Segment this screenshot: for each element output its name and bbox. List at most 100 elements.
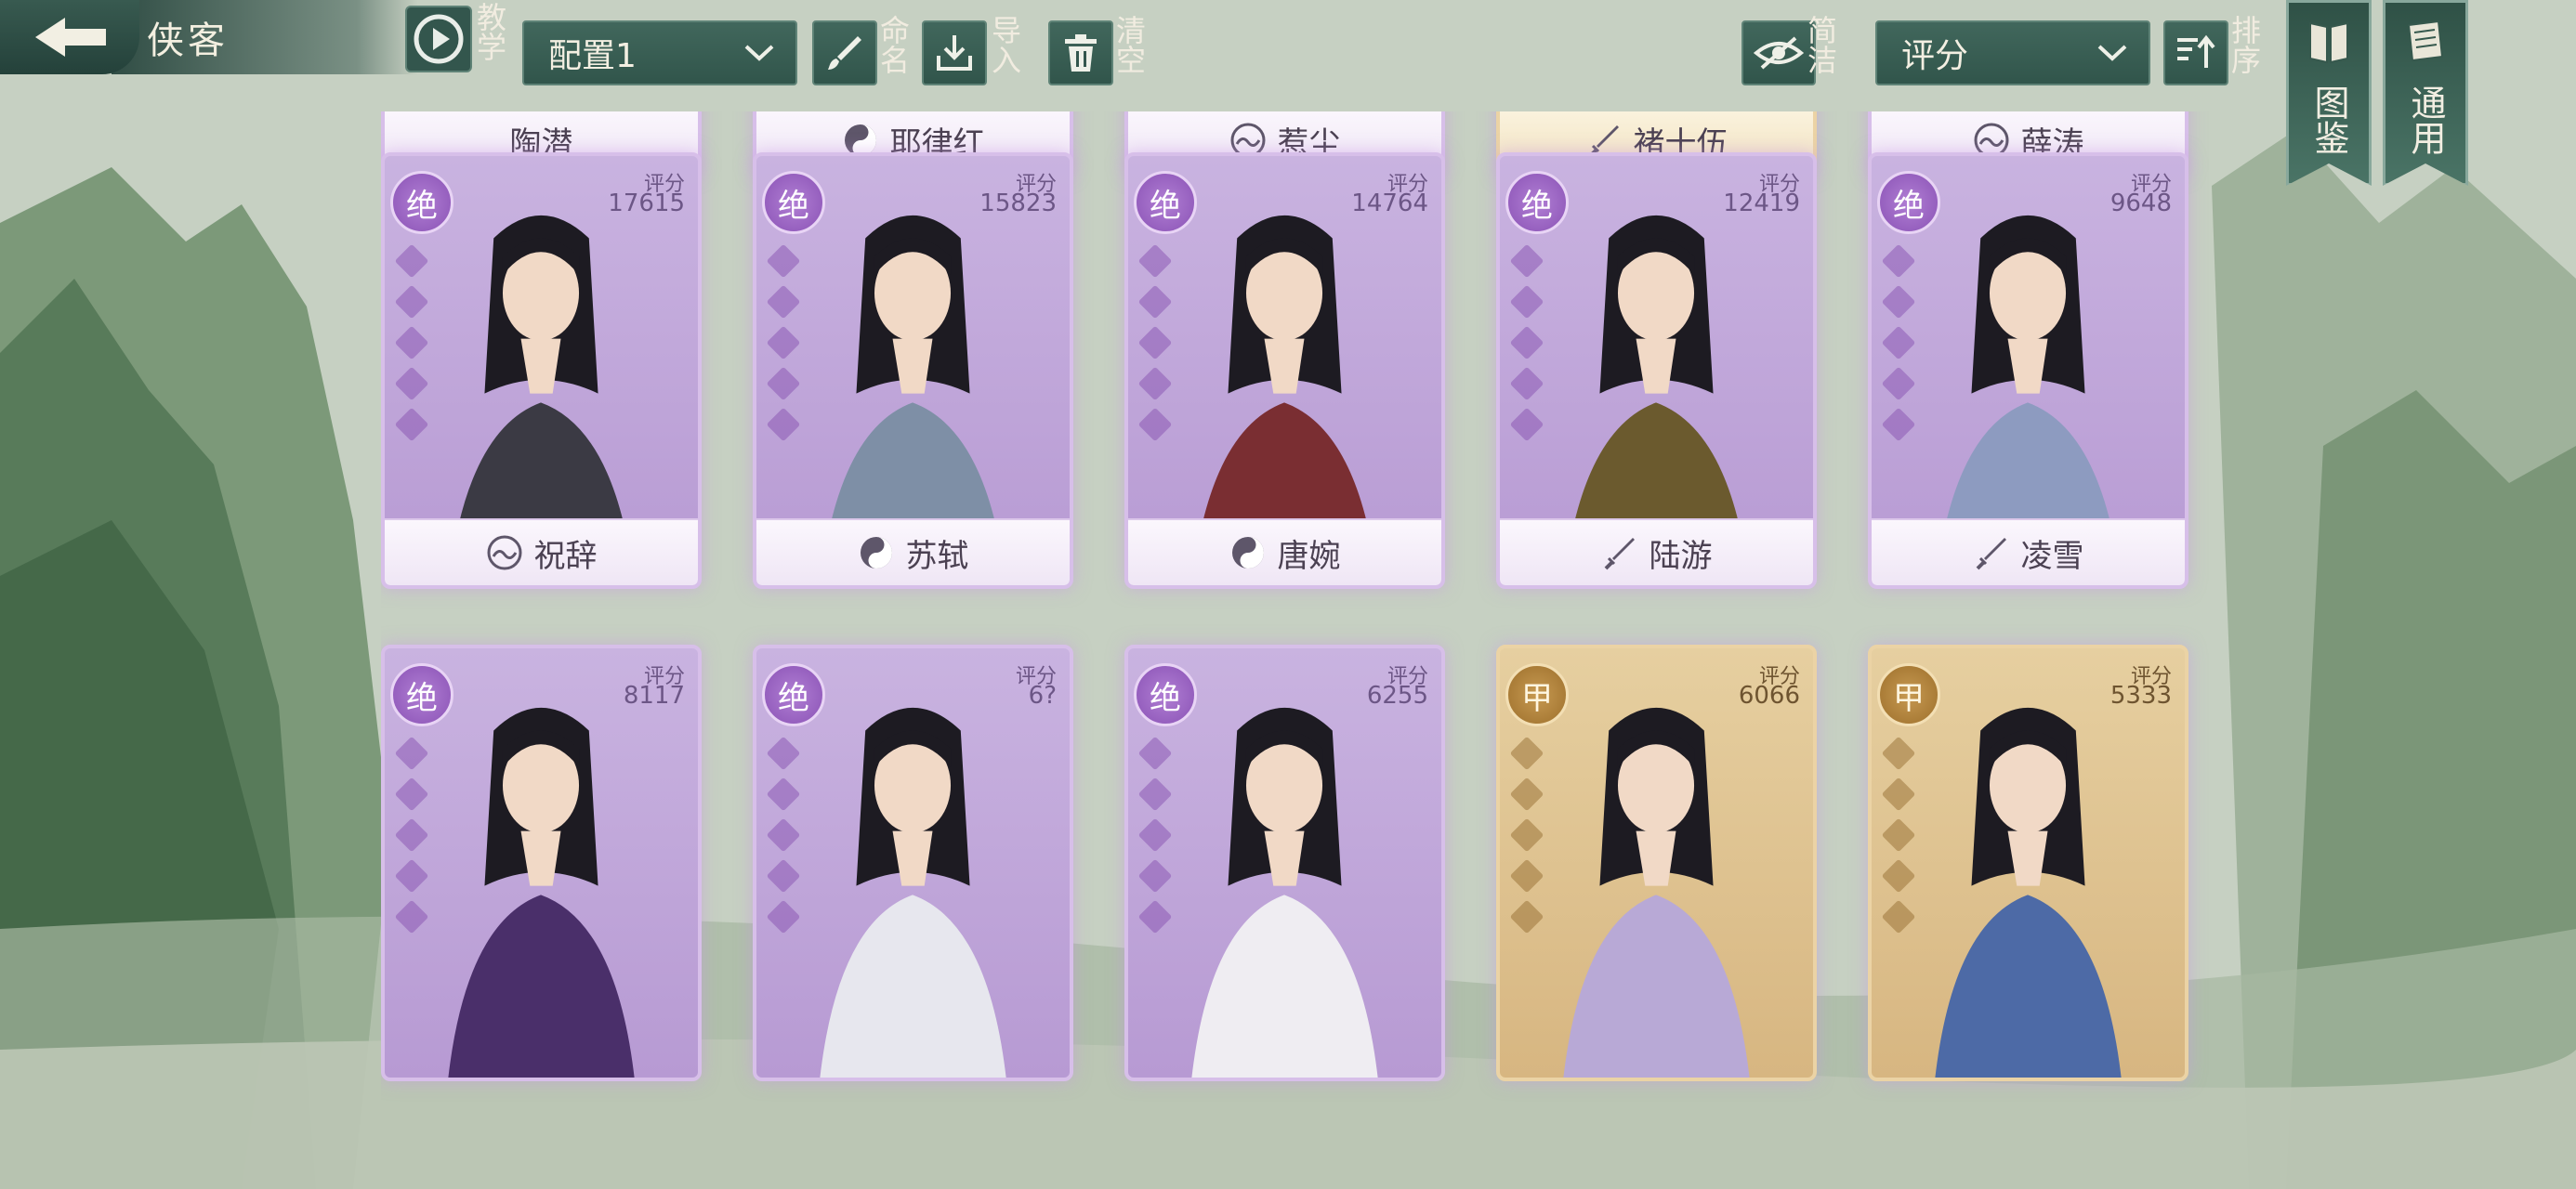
star-icon bbox=[1509, 284, 1544, 320]
star-icon bbox=[1881, 736, 1916, 771]
rarity-badge: 绝 bbox=[762, 171, 825, 234]
score-value: 6066 bbox=[1738, 682, 1800, 710]
score-value: 6255 bbox=[1366, 682, 1428, 710]
star-icon bbox=[1137, 407, 1173, 442]
codex-tab[interactable]: 图鉴 bbox=[2286, 0, 2372, 186]
hero-name: 唐婉 bbox=[1277, 537, 1341, 575]
rarity-badge: 绝 bbox=[1134, 171, 1197, 234]
hero-card[interactable]: 绝评分 17615 祝辞 bbox=[381, 152, 702, 589]
yin-yang-icon bbox=[1231, 537, 1264, 568]
star-icon bbox=[394, 366, 429, 401]
trash-icon bbox=[1065, 34, 1097, 72]
hero-name-bar: 苏轼 bbox=[756, 518, 1070, 585]
star-icon bbox=[1881, 777, 1916, 812]
rarity-badge: 绝 bbox=[390, 171, 453, 234]
tutorial-button[interactable] bbox=[405, 6, 472, 72]
star-icon bbox=[1509, 817, 1544, 853]
hero-name-bar: 陆游 bbox=[1500, 518, 1813, 585]
star-icon bbox=[1881, 366, 1916, 401]
star-icon bbox=[766, 407, 801, 442]
star-icon bbox=[1509, 777, 1544, 812]
hero-grid: 陶潜 耶律红 惹尘 褚十伍 薛涛 绝评分17615 祝辞 绝评分15823 bbox=[381, 111, 2249, 1105]
star-icon bbox=[394, 243, 429, 279]
star-icon bbox=[1137, 736, 1173, 771]
hero-card[interactable]: 绝评分 6? bbox=[753, 645, 1073, 1081]
star-icon bbox=[1509, 243, 1544, 279]
sword-icon bbox=[1604, 538, 1635, 570]
import-label: 导入 bbox=[987, 15, 1022, 74]
hero-card[interactable]: 绝评分 15823 苏轼 bbox=[753, 152, 1073, 589]
hero-name: 苏轼 bbox=[905, 537, 969, 575]
hero-card[interactable]: 绝评分 8117 bbox=[381, 645, 702, 1081]
hero-card[interactable]: 绝评分 6255 bbox=[1124, 645, 1445, 1081]
hero-name-bar: 凌雪 bbox=[1872, 518, 2185, 585]
star-icon bbox=[766, 899, 801, 934]
general-label: 通用 bbox=[2405, 85, 2446, 155]
rarity-badge: 绝 bbox=[1505, 171, 1569, 234]
star-icon bbox=[1881, 284, 1916, 320]
score-value: 5333 bbox=[2109, 682, 2172, 710]
config-select[interactable]: 配置1 bbox=[522, 20, 797, 85]
rarity-badge: 甲 bbox=[1877, 663, 1940, 726]
sort-select[interactable]: 评分 bbox=[1875, 20, 2150, 85]
star-icon bbox=[1137, 858, 1173, 894]
star-icon bbox=[1881, 243, 1916, 279]
score-value: 9648 bbox=[2109, 189, 2172, 217]
star-icon bbox=[1509, 736, 1544, 771]
clear-label: 清空 bbox=[1111, 15, 1147, 74]
clear-button[interactable] bbox=[1048, 20, 1113, 85]
hero-card[interactable]: 绝评分 9648 凌雪 bbox=[1868, 152, 2188, 589]
star-rank bbox=[1137, 736, 1173, 934]
star-icon bbox=[1137, 284, 1173, 320]
star-icon bbox=[1137, 899, 1173, 934]
play-icon bbox=[414, 14, 464, 64]
star-icon bbox=[1137, 325, 1173, 360]
star-icon bbox=[1881, 817, 1916, 853]
star-rank bbox=[1881, 736, 1916, 934]
star-rank bbox=[1509, 243, 1544, 442]
download-icon bbox=[937, 35, 972, 71]
hero-name: 祝辞 bbox=[533, 537, 598, 575]
hero-card[interactable]: 绝评分 12419 陆游 bbox=[1496, 152, 1817, 589]
book-icon bbox=[2309, 21, 2348, 64]
general-tab[interactable]: 通用 bbox=[2383, 0, 2468, 186]
chevron-down-icon bbox=[744, 45, 774, 61]
star-icon bbox=[1881, 858, 1916, 894]
score-value: 6? bbox=[1028, 682, 1057, 710]
hero-name: 陆游 bbox=[1649, 537, 1713, 575]
star-rank bbox=[766, 243, 801, 442]
sort-label: 排序 bbox=[2227, 15, 2262, 74]
rarity-badge: 绝 bbox=[390, 663, 453, 726]
star-icon bbox=[1137, 817, 1173, 853]
rarity-badge: 绝 bbox=[1877, 171, 1940, 234]
star-rank bbox=[766, 736, 801, 934]
chevron-down-icon bbox=[2097, 45, 2127, 61]
star-icon bbox=[394, 858, 429, 894]
sort-select-value: 评分 bbox=[1901, 37, 1969, 75]
star-icon bbox=[394, 817, 429, 853]
rename-button[interactable] bbox=[812, 20, 877, 85]
star-icon bbox=[394, 777, 429, 812]
eye-hidden-icon bbox=[1753, 36, 1805, 70]
hero-name-bar: 祝辞 bbox=[385, 518, 698, 585]
back-button[interactable] bbox=[0, 0, 139, 74]
score-value: 12419 bbox=[1723, 189, 1800, 217]
star-icon bbox=[394, 284, 429, 320]
hero-card[interactable]: 绝评分 14764 唐婉 bbox=[1124, 152, 1445, 589]
rename-label: 命名 bbox=[875, 15, 911, 74]
star-icon bbox=[1137, 243, 1173, 279]
brush-icon bbox=[828, 36, 861, 70]
star-icon bbox=[766, 817, 801, 853]
rarity-badge: 绝 bbox=[1134, 663, 1197, 726]
hero-name: 凌雪 bbox=[2020, 537, 2084, 575]
hero-card[interactable]: 甲评分 5333 bbox=[1868, 645, 2188, 1081]
star-icon bbox=[766, 325, 801, 360]
wave-sect-icon bbox=[487, 535, 521, 570]
rarity-badge: 绝 bbox=[762, 663, 825, 726]
star-icon bbox=[1137, 777, 1173, 812]
import-button[interactable] bbox=[922, 20, 987, 85]
star-icon bbox=[766, 243, 801, 279]
star-icon bbox=[1881, 407, 1916, 442]
hero-card[interactable]: 甲评分 6066 bbox=[1496, 645, 1817, 1081]
sort-button[interactable] bbox=[2163, 20, 2228, 85]
